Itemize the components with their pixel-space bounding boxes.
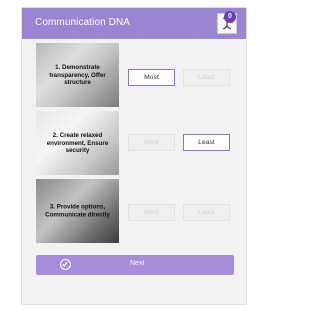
least-button[interactable]: Least <box>183 134 230 151</box>
row-label: 3. Provide options, Communicate directly <box>45 203 110 219</box>
page-title: Communication DNA <box>35 17 131 28</box>
most-button[interactable]: Most <box>128 204 175 221</box>
row-label: 1. Demonstrate transparency, Offer struc… <box>49 63 106 86</box>
row-label: 2. Create relaxed environment, Ensure se… <box>46 131 109 154</box>
check-circle-icon <box>60 259 71 270</box>
next-label: Next <box>130 260 145 267</box>
header-bar: Communication DNA 0 <box>22 8 246 39</box>
row-image-transparency: 1. Demonstrate transparency, Offer struc… <box>36 43 119 107</box>
least-button[interactable]: Least <box>183 204 230 221</box>
next-button[interactable]: Next <box>36 255 234 275</box>
app-frame: Communication DNA 0 1. Demonstrate trans… <box>21 7 247 305</box>
most-button[interactable]: Most <box>128 69 175 86</box>
most-button[interactable]: Most <box>128 134 175 151</box>
notification-badge: 0 <box>224 11 236 23</box>
row-image-options: 3. Provide options, Communicate directly <box>36 179 119 243</box>
row-image-environment: 2. Create relaxed environment, Ensure se… <box>36 111 119 175</box>
least-button[interactable]: Least <box>183 69 230 86</box>
